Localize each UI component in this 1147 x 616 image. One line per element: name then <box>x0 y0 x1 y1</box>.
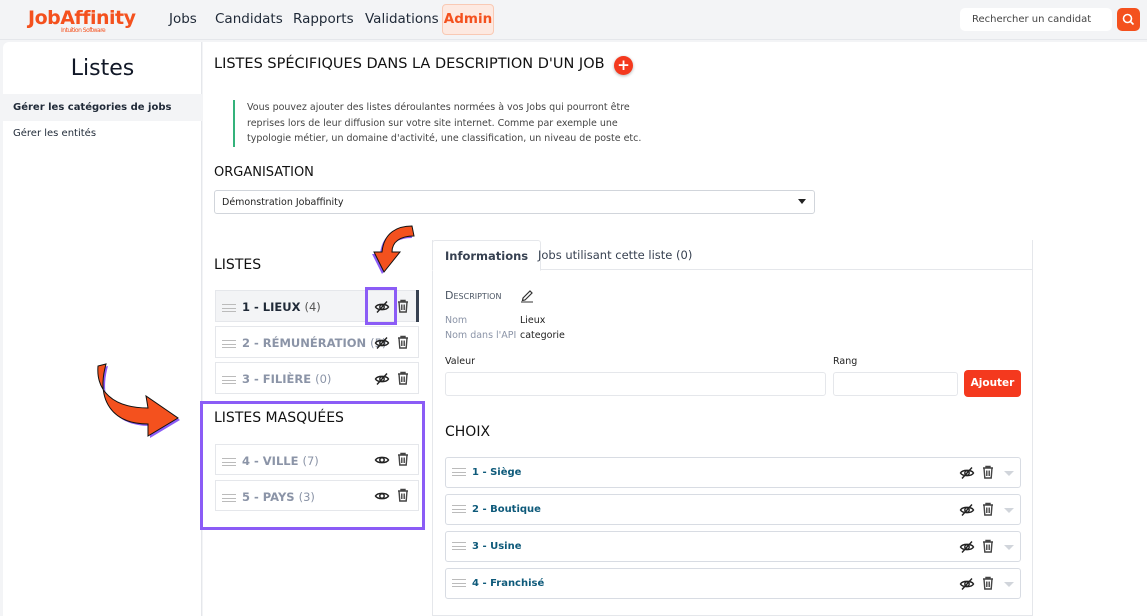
page-title: LISTES SPÉCIFIQUES DANS LA DESCRIPTION D… <box>214 56 605 72</box>
hidden-list-item[interactable]: 4 - VILLE (7) <box>215 444 419 475</box>
drag-handle-icon[interactable] <box>222 375 236 384</box>
eye-off-icon[interactable] <box>959 502 975 518</box>
nom-label: Nom <box>445 315 468 326</box>
selected-indicator <box>416 290 419 322</box>
choice-row[interactable]: 3 - Usine <box>445 531 1021 562</box>
chevron-down-icon[interactable] <box>1004 545 1014 550</box>
drag-handle-icon[interactable] <box>452 579 466 587</box>
search-input[interactable]: Rechercher un candidat <box>960 8 1112 31</box>
list-label: 1 - LIEUX <box>242 300 301 314</box>
list-label: 3 - FILIÈRE <box>242 372 312 386</box>
nav-candidats[interactable]: Candidats <box>215 11 283 27</box>
trash-icon[interactable] <box>980 501 996 517</box>
chevron-down-icon <box>798 199 806 204</box>
list-label: 2 - RÉMUNÉRATION <box>242 336 367 350</box>
search-button[interactable] <box>1117 8 1140 31</box>
eye-off-icon[interactable] <box>959 539 975 555</box>
list-item[interactable]: 3 - FILIÈRE (0) <box>215 362 419 394</box>
trash-icon[interactable] <box>395 487 411 503</box>
drag-handle-icon[interactable] <box>222 339 236 348</box>
tab-jobs[interactable]: Jobs utilisant cette liste (0) <box>526 240 704 270</box>
org-label: ORGANISATION <box>214 165 314 180</box>
rang-input[interactable] <box>833 372 958 396</box>
trash-icon[interactable] <box>395 370 411 386</box>
pencil-icon[interactable] <box>519 287 535 303</box>
drag-handle-icon[interactable] <box>452 468 466 476</box>
nom-value: Lieux <box>520 315 546 326</box>
choice-row[interactable]: 4 - Franchisé <box>445 568 1021 599</box>
sidebar-item-categories[interactable]: Gérer les catégories de jobs <box>3 94 202 121</box>
search-icon <box>1122 13 1135 26</box>
nav-jobs[interactable]: Jobs <box>169 11 197 27</box>
eye-icon[interactable] <box>374 452 390 468</box>
rang-label: Rang <box>833 356 858 367</box>
eye-icon[interactable] <box>374 488 390 504</box>
org-select-value: Démonstration Jobaffinity <box>222 197 344 208</box>
description-heading: Description <box>445 289 502 302</box>
eye-off-icon[interactable] <box>959 576 975 592</box>
info-note: Vous pouvez ajouter des listes déroulant… <box>233 100 663 147</box>
list-count: (4) <box>304 300 321 314</box>
choix-title: CHOIX <box>445 424 491 440</box>
drag-handle-icon[interactable] <box>452 542 466 550</box>
drag-handle-icon[interactable] <box>222 303 236 312</box>
chevron-down-icon[interactable] <box>1004 471 1014 476</box>
list-item[interactable]: 2 - RÉMUNÉRATION (5) <box>215 326 419 358</box>
drag-handle-icon[interactable] <box>452 505 466 513</box>
list-label: 5 - PAYS <box>242 490 295 504</box>
logo-tagline: Intuition Software <box>61 27 106 34</box>
choice-row[interactable]: 2 - Boutique <box>445 494 1021 525</box>
sidebar: Listes Gérer les catégories de jobs Gére… <box>3 42 202 616</box>
eye-off-icon[interactable] <box>374 371 390 387</box>
choice-label: 2 - Boutique <box>472 504 541 515</box>
logo[interactable]: JobAffinity Intuition Software <box>28 7 136 34</box>
api-label: Nom dans l'API <box>445 330 517 341</box>
annotation-arrow-icon <box>97 363 180 438</box>
lists-title: LISTES <box>214 257 262 273</box>
chevron-down-icon[interactable] <box>1004 508 1014 513</box>
trash-icon[interactable] <box>395 298 411 314</box>
ajouter-button[interactable]: Ajouter <box>964 370 1021 397</box>
tab-informations[interactable]: Informations <box>432 240 542 271</box>
choice-label: 1 - Siège <box>472 467 522 478</box>
choice-label: 3 - Usine <box>472 541 522 552</box>
hidden-list-item[interactable]: 5 - PAYS (3) <box>215 480 419 511</box>
list-count: (0) <box>315 372 332 386</box>
nav-validations[interactable]: Validations <box>365 11 439 27</box>
trash-icon[interactable] <box>980 538 996 554</box>
nav-admin[interactable]: Admin <box>442 4 494 35</box>
highlight-box-hide-icon <box>365 287 397 325</box>
eye-off-icon[interactable] <box>959 465 975 481</box>
sidebar-item-entites[interactable]: Gérer les entités <box>3 120 202 147</box>
valeur-label: Valeur <box>445 356 475 367</box>
annotation-arrow-icon <box>372 225 415 274</box>
list-label: 4 - VILLE <box>242 454 299 468</box>
hidden-lists-title: LISTES MASQUÉES <box>214 410 344 426</box>
sidebar-title: Listes <box>70 56 135 81</box>
trash-icon[interactable] <box>395 451 411 467</box>
chevron-down-icon[interactable] <box>1004 582 1014 587</box>
valeur-input[interactable] <box>445 372 826 396</box>
tab-bar: Informations Jobs utilisant cette liste … <box>432 240 1033 271</box>
choice-label: 4 - Franchisé <box>472 578 545 589</box>
drag-handle-icon[interactable] <box>222 457 236 466</box>
api-value: categorie <box>520 330 565 341</box>
trash-icon[interactable] <box>980 575 996 591</box>
list-count: (7) <box>302 454 319 468</box>
nav-rapports[interactable]: Rapports <box>293 11 354 27</box>
logo-text: JobAffinity <box>28 7 136 29</box>
trash-icon[interactable] <box>980 464 996 480</box>
trash-icon[interactable] <box>395 334 411 350</box>
eye-off-icon[interactable] <box>374 335 390 351</box>
add-list-button[interactable]: + <box>614 56 633 75</box>
list-count: (3) <box>298 490 315 504</box>
choice-row[interactable]: 1 - Siège <box>445 457 1021 488</box>
org-select[interactable]: Démonstration Jobaffinity <box>214 190 815 214</box>
drag-handle-icon[interactable] <box>222 493 236 502</box>
